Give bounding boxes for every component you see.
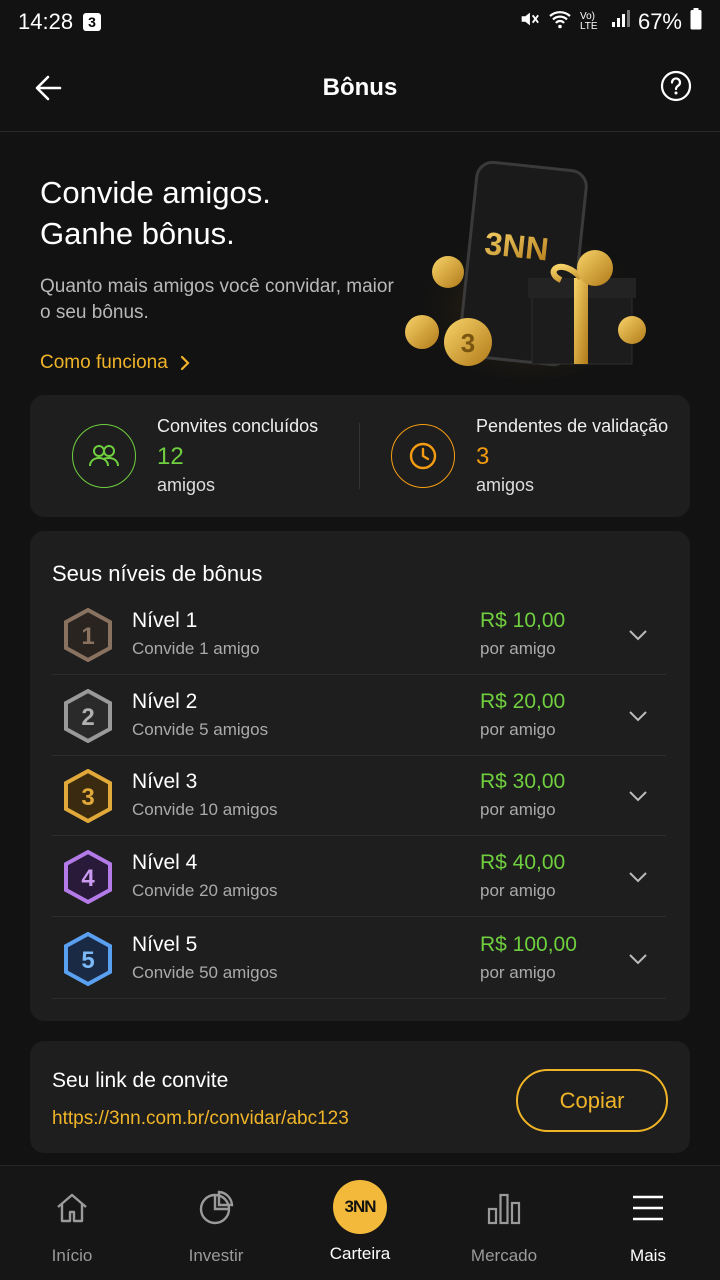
level-amount: R$ 40,00 <box>480 851 566 874</box>
invite-link-url[interactable]: https://3nn.com.br/convidar/abc123 <box>52 1108 349 1130</box>
level-amount: R$ 20,00 <box>480 690 566 713</box>
menu-icon <box>628 1188 668 1228</box>
chevron-down-icon[interactable] <box>626 865 650 889</box>
level-title: Nível 3 <box>132 770 198 793</box>
volte-icon: Vo) LTE <box>579 11 598 32</box>
level-4-badge-icon: 4 <box>64 850 112 904</box>
level-amount: R$ 100,00 <box>480 933 577 956</box>
mute-icon <box>518 8 540 36</box>
chevron-down-icon[interactable] <box>626 623 650 647</box>
completed-invites: Convites concluídos 12 amigos <box>30 395 371 517</box>
hero-title-line2: Ganhe bônus. <box>40 216 235 251</box>
svg-text:2: 2 <box>81 704 94 731</box>
nav-home-label: Início <box>51 1246 93 1265</box>
level-per: por amigo <box>480 720 556 739</box>
level-amount: R$ 30,00 <box>480 770 566 793</box>
invite-link-card: Seu link de convite https://3nn.com.br/c… <box>30 1041 690 1153</box>
level-requirement: Convide 10 amigos <box>132 800 278 819</box>
brand-3nn-text: 3NN <box>483 225 550 267</box>
bottom-nav: Início Investir 3NN Carteira Mercado Mai… <box>0 1165 720 1280</box>
status-bar: 14:28 3 Vo) LTE 67% <box>0 0 720 44</box>
signal-icon <box>610 9 630 35</box>
completed-unit: amigos <box>157 475 216 495</box>
copy-button[interactable]: Copiar <box>516 1069 668 1132</box>
friends-icon <box>72 424 136 488</box>
clock-icon <box>391 424 455 488</box>
pending-label: Pendentes de validação <box>476 416 669 436</box>
stats-divider <box>359 423 360 489</box>
level-row-5[interactable]: 5 Nível 5 Convide 50 amigos R$ 100,00 po… <box>52 919 666 999</box>
nav-wallet[interactable]: 3NN Carteira <box>288 1166 432 1280</box>
chevron-down-icon[interactable] <box>626 784 650 808</box>
nav-more-label: Mais <box>630 1246 666 1265</box>
completed-value: 12 <box>157 443 184 470</box>
app-bar: Bônus <box>0 44 720 132</box>
completed-label: Convites concluídos <box>157 416 319 436</box>
battery-percent: 67% <box>637 9 682 34</box>
level-title: Nível 5 <box>132 933 198 956</box>
level-per: por amigo <box>480 963 556 982</box>
nav-market[interactable]: Mercado <box>432 1166 576 1280</box>
nav-market-label: Mercado <box>470 1246 538 1265</box>
level-requirement: Convide 50 amigos <box>132 963 278 982</box>
invite-link-label: Seu link de convite <box>52 1069 229 1092</box>
hero-title: Convide amigos. Ganhe bônus. <box>40 172 400 254</box>
svg-text:1: 1 <box>81 623 94 650</box>
hero-title-line1: Convide amigos. <box>40 175 271 210</box>
level-row-3[interactable]: 3 Nível 3 Convide 10 amigos R$ 30,00 por… <box>52 756 666 836</box>
nav-home[interactable]: Início <box>0 1166 144 1280</box>
nav-more[interactable]: Mais <box>576 1166 720 1280</box>
level-5-badge-icon: 5 <box>64 932 112 986</box>
svg-text:4: 4 <box>81 865 95 892</box>
page-title: Bônus <box>322 73 398 101</box>
levels-title: Seus níveis de bônus <box>52 561 263 586</box>
how-it-works-link[interactable]: Como funciona <box>40 352 400 374</box>
level-title: Nível 1 <box>132 609 198 632</box>
home-icon <box>52 1188 92 1228</box>
hero-section: Convide amigos. Ganhe bônus. Quanto mais… <box>40 172 400 374</box>
bonus-levels-card: Seus níveis de bônus 1 Nível 1 Convide 1… <box>30 531 690 1021</box>
level-3-badge-icon: 3 <box>64 769 112 823</box>
coin-3-text: 3 <box>461 328 475 358</box>
level-1-badge-icon: 1 <box>64 608 112 662</box>
level-2-badge-icon: 2 <box>64 689 112 743</box>
notification-count-badge: 3 <box>83 13 102 31</box>
svg-text:5: 5 <box>81 947 94 974</box>
level-per: por amigo <box>480 639 556 658</box>
svg-text:3: 3 <box>81 784 94 811</box>
nav-invest-label: Investir <box>188 1246 244 1265</box>
pending-value: 3 <box>476 443 490 470</box>
level-amount: R$ 10,00 <box>480 609 566 632</box>
chevron-down-icon[interactable] <box>626 947 650 971</box>
hero-subtitle: Quanto mais amigos você convidar, maior … <box>40 276 394 323</box>
chevron-right-icon <box>180 355 190 371</box>
chevron-down-icon[interactable] <box>626 704 650 728</box>
wifi-icon <box>548 8 572 36</box>
bar-chart-icon <box>484 1188 524 1228</box>
nav-wallet-label: Carteira <box>329 1244 391 1263</box>
nav-invest[interactable]: Investir <box>144 1166 288 1280</box>
pending-invites: Pendentes de validação 3 amigos <box>371 395 690 517</box>
level-row-1[interactable]: 1 Nível 1 Convide 1 amigo R$ 10,00 por a… <box>52 595 666 675</box>
pie-chart-icon <box>196 1188 236 1228</box>
level-requirement: Convide 1 amigo <box>132 639 260 658</box>
level-per: por amigo <box>480 881 556 900</box>
pending-unit: amigos <box>476 475 535 495</box>
hero-illustration: 3NN 3 <box>400 160 650 380</box>
battery-icon <box>690 8 702 36</box>
invites-stats-card: Convites concluídos 12 amigos Pendentes … <box>30 395 690 517</box>
3nn-logo-icon: 3NN <box>333 1180 387 1234</box>
level-row-4[interactable]: 4 Nível 4 Convide 20 amigos R$ 40,00 por… <box>52 837 666 917</box>
status-time: 14:28 <box>18 9 74 34</box>
help-icon[interactable] <box>660 70 692 102</box>
level-row-2[interactable]: 2 Nível 2 Convide 5 amigos R$ 20,00 por … <box>52 676 666 756</box>
level-requirement: Convide 5 amigos <box>132 720 269 739</box>
level-title: Nível 4 <box>132 851 198 874</box>
level-per: por amigo <box>480 800 556 819</box>
level-requirement: Convide 20 amigos <box>132 881 278 900</box>
back-arrow-icon[interactable] <box>30 68 70 108</box>
level-title: Nível 2 <box>132 690 198 713</box>
how-it-works-label: Como funciona <box>40 352 168 373</box>
